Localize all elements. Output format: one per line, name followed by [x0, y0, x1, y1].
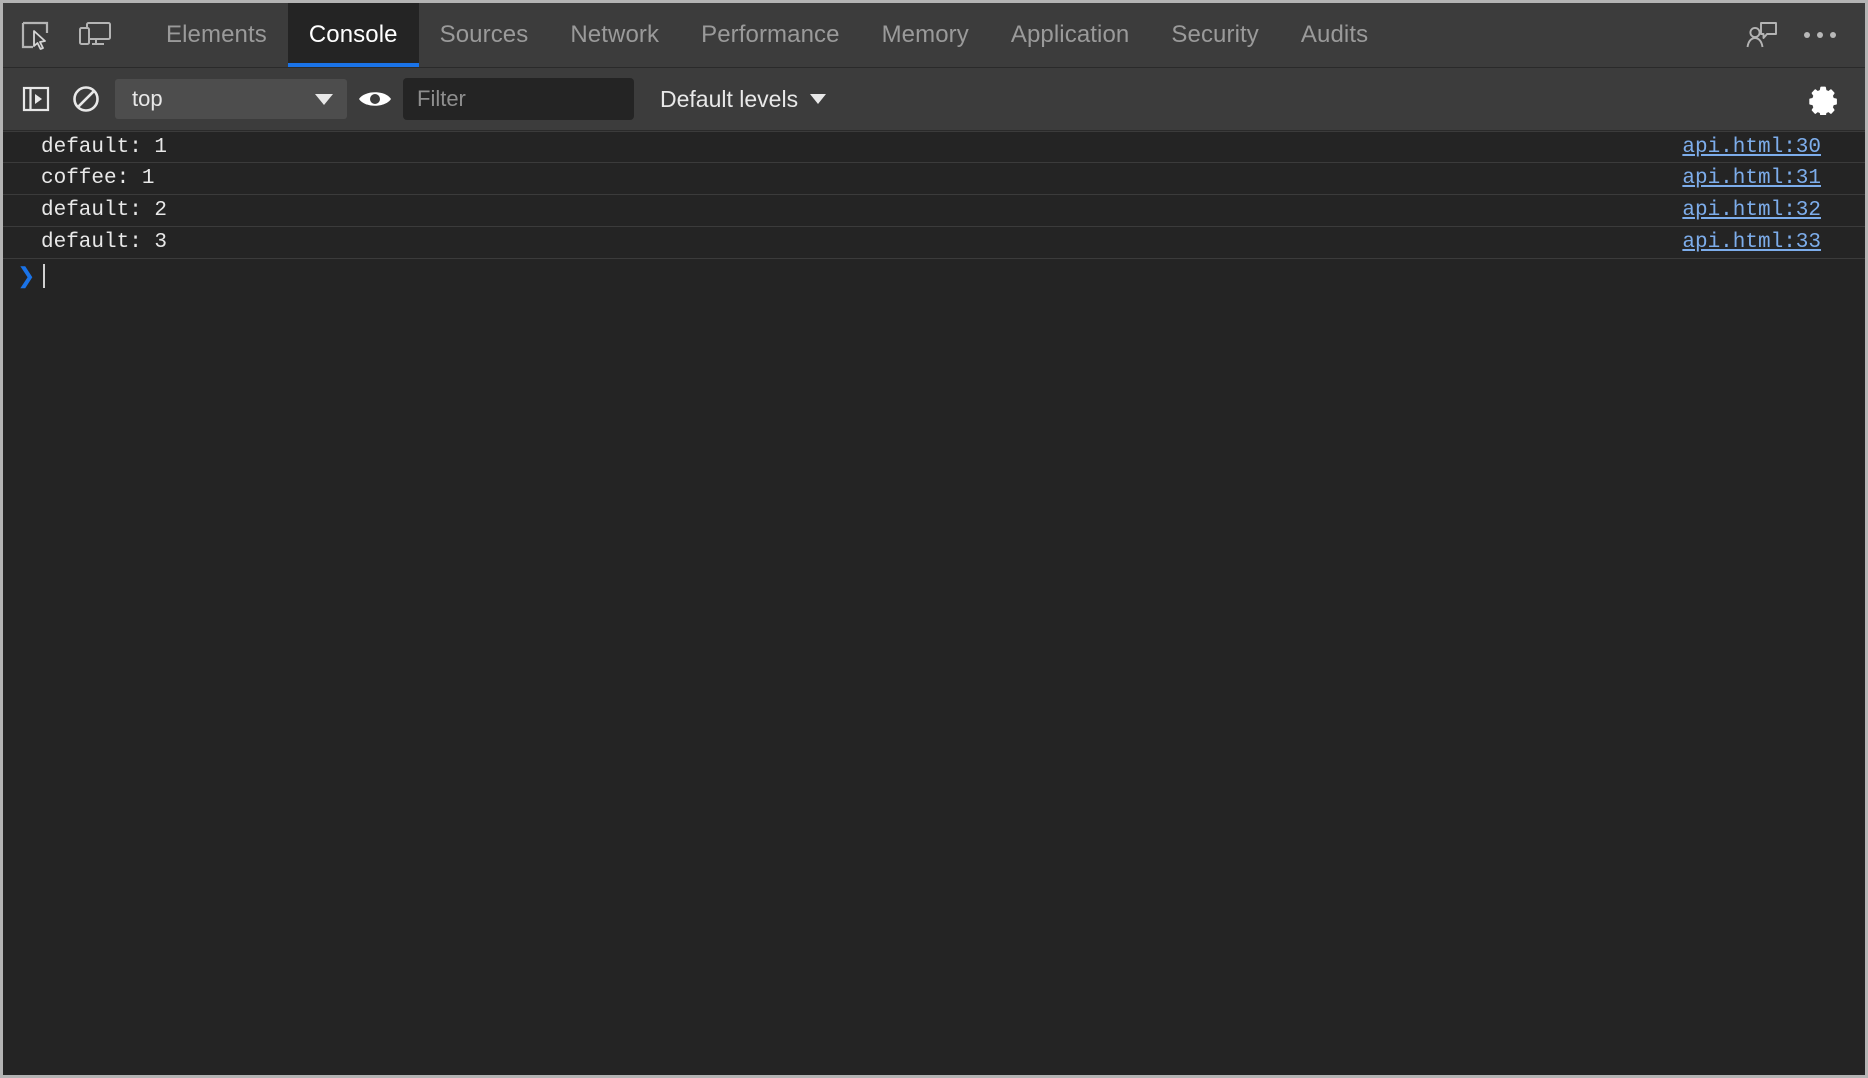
tab-performance-label: Performance — [701, 21, 840, 49]
tab-bar-right-controls — [1731, 3, 1865, 67]
tab-audits[interactable]: Audits — [1280, 3, 1389, 67]
tab-elements-label: Elements — [166, 21, 267, 49]
console-message-text: coffee: 1 — [41, 167, 154, 190]
inspect-element-glyph — [20, 20, 50, 50]
console-message-text: default: 3 — [41, 231, 167, 254]
more-options-icon[interactable] — [1791, 32, 1849, 38]
console-source-link[interactable]: api.html:33 — [1682, 231, 1821, 254]
console-message-text: default: 2 — [41, 199, 167, 222]
tab-sources[interactable]: Sources — [419, 3, 550, 67]
tab-audits-label: Audits — [1301, 21, 1368, 49]
feedback-icon[interactable] — [1733, 20, 1791, 50]
clear-console-icon[interactable] — [61, 68, 111, 130]
console-prompt[interactable]: ❯ — [3, 259, 1865, 293]
tab-memory[interactable]: Memory — [861, 3, 990, 67]
execution-context-value: top — [115, 86, 315, 112]
prompt-chevron-icon: ❯ — [17, 265, 41, 287]
device-toolbar-glyph — [78, 21, 112, 49]
filter-input[interactable] — [403, 78, 634, 120]
tab-security-label: Security — [1171, 21, 1259, 49]
device-toolbar-icon[interactable] — [65, 3, 125, 67]
console-source-link[interactable]: api.html:30 — [1682, 136, 1821, 159]
tab-security[interactable]: Security — [1150, 3, 1280, 67]
tab-network-label: Network — [570, 21, 659, 49]
console-message-list[interactable]: default: 1 api.html:30 coffee: 1 api.htm… — [3, 131, 1865, 1075]
devtools-window: Elements Console Sources Network Perform… — [0, 0, 1868, 1078]
table-row[interactable]: default: 3 api.html:33 — [3, 227, 1865, 259]
show-console-sidebar-icon[interactable] — [11, 68, 61, 130]
chevron-down-icon — [315, 94, 333, 105]
log-levels-dropdown[interactable]: Default levels — [652, 80, 834, 119]
execution-context-selector[interactable]: top — [115, 79, 347, 119]
tab-console[interactable]: Console — [288, 3, 419, 67]
more-options-dots — [1804, 32, 1836, 38]
chevron-down-icon — [810, 94, 826, 104]
console-sidebar-glyph — [22, 85, 50, 113]
console-message-text: default: 1 — [41, 136, 167, 159]
eye-icon[interactable] — [347, 68, 403, 130]
console-prompt-input[interactable] — [45, 259, 1865, 293]
table-row[interactable]: coffee: 1 api.html:31 — [3, 163, 1865, 195]
tab-performance[interactable]: Performance — [680, 3, 861, 67]
console-source-link[interactable]: api.html:32 — [1682, 199, 1821, 222]
inspect-element-icon[interactable] — [5, 3, 65, 67]
tab-application[interactable]: Application — [990, 3, 1151, 67]
tab-elements[interactable]: Elements — [145, 3, 288, 67]
tab-memory-label: Memory — [882, 21, 969, 49]
table-row[interactable]: default: 2 api.html:32 — [3, 195, 1865, 227]
feedback-glyph — [1745, 20, 1779, 50]
live-expression-eye-glyph — [357, 87, 393, 111]
log-levels-label: Default levels — [660, 86, 798, 113]
clear-console-glyph — [71, 84, 101, 114]
devtools-tab-bar: Elements Console Sources Network Perform… — [3, 3, 1865, 68]
tab-application-label: Application — [1011, 21, 1130, 49]
console-filter-toolbar: top Default levels — [3, 68, 1865, 131]
console-source-link[interactable]: api.html:31 — [1682, 167, 1821, 190]
tab-network[interactable]: Network — [549, 3, 680, 67]
settings-gear-glyph — [1808, 83, 1840, 115]
gear-icon[interactable] — [1793, 68, 1855, 130]
tab-sources-label: Sources — [440, 21, 529, 49]
tab-console-label: Console — [309, 21, 398, 49]
table-row[interactable]: default: 1 api.html:30 — [3, 131, 1865, 163]
